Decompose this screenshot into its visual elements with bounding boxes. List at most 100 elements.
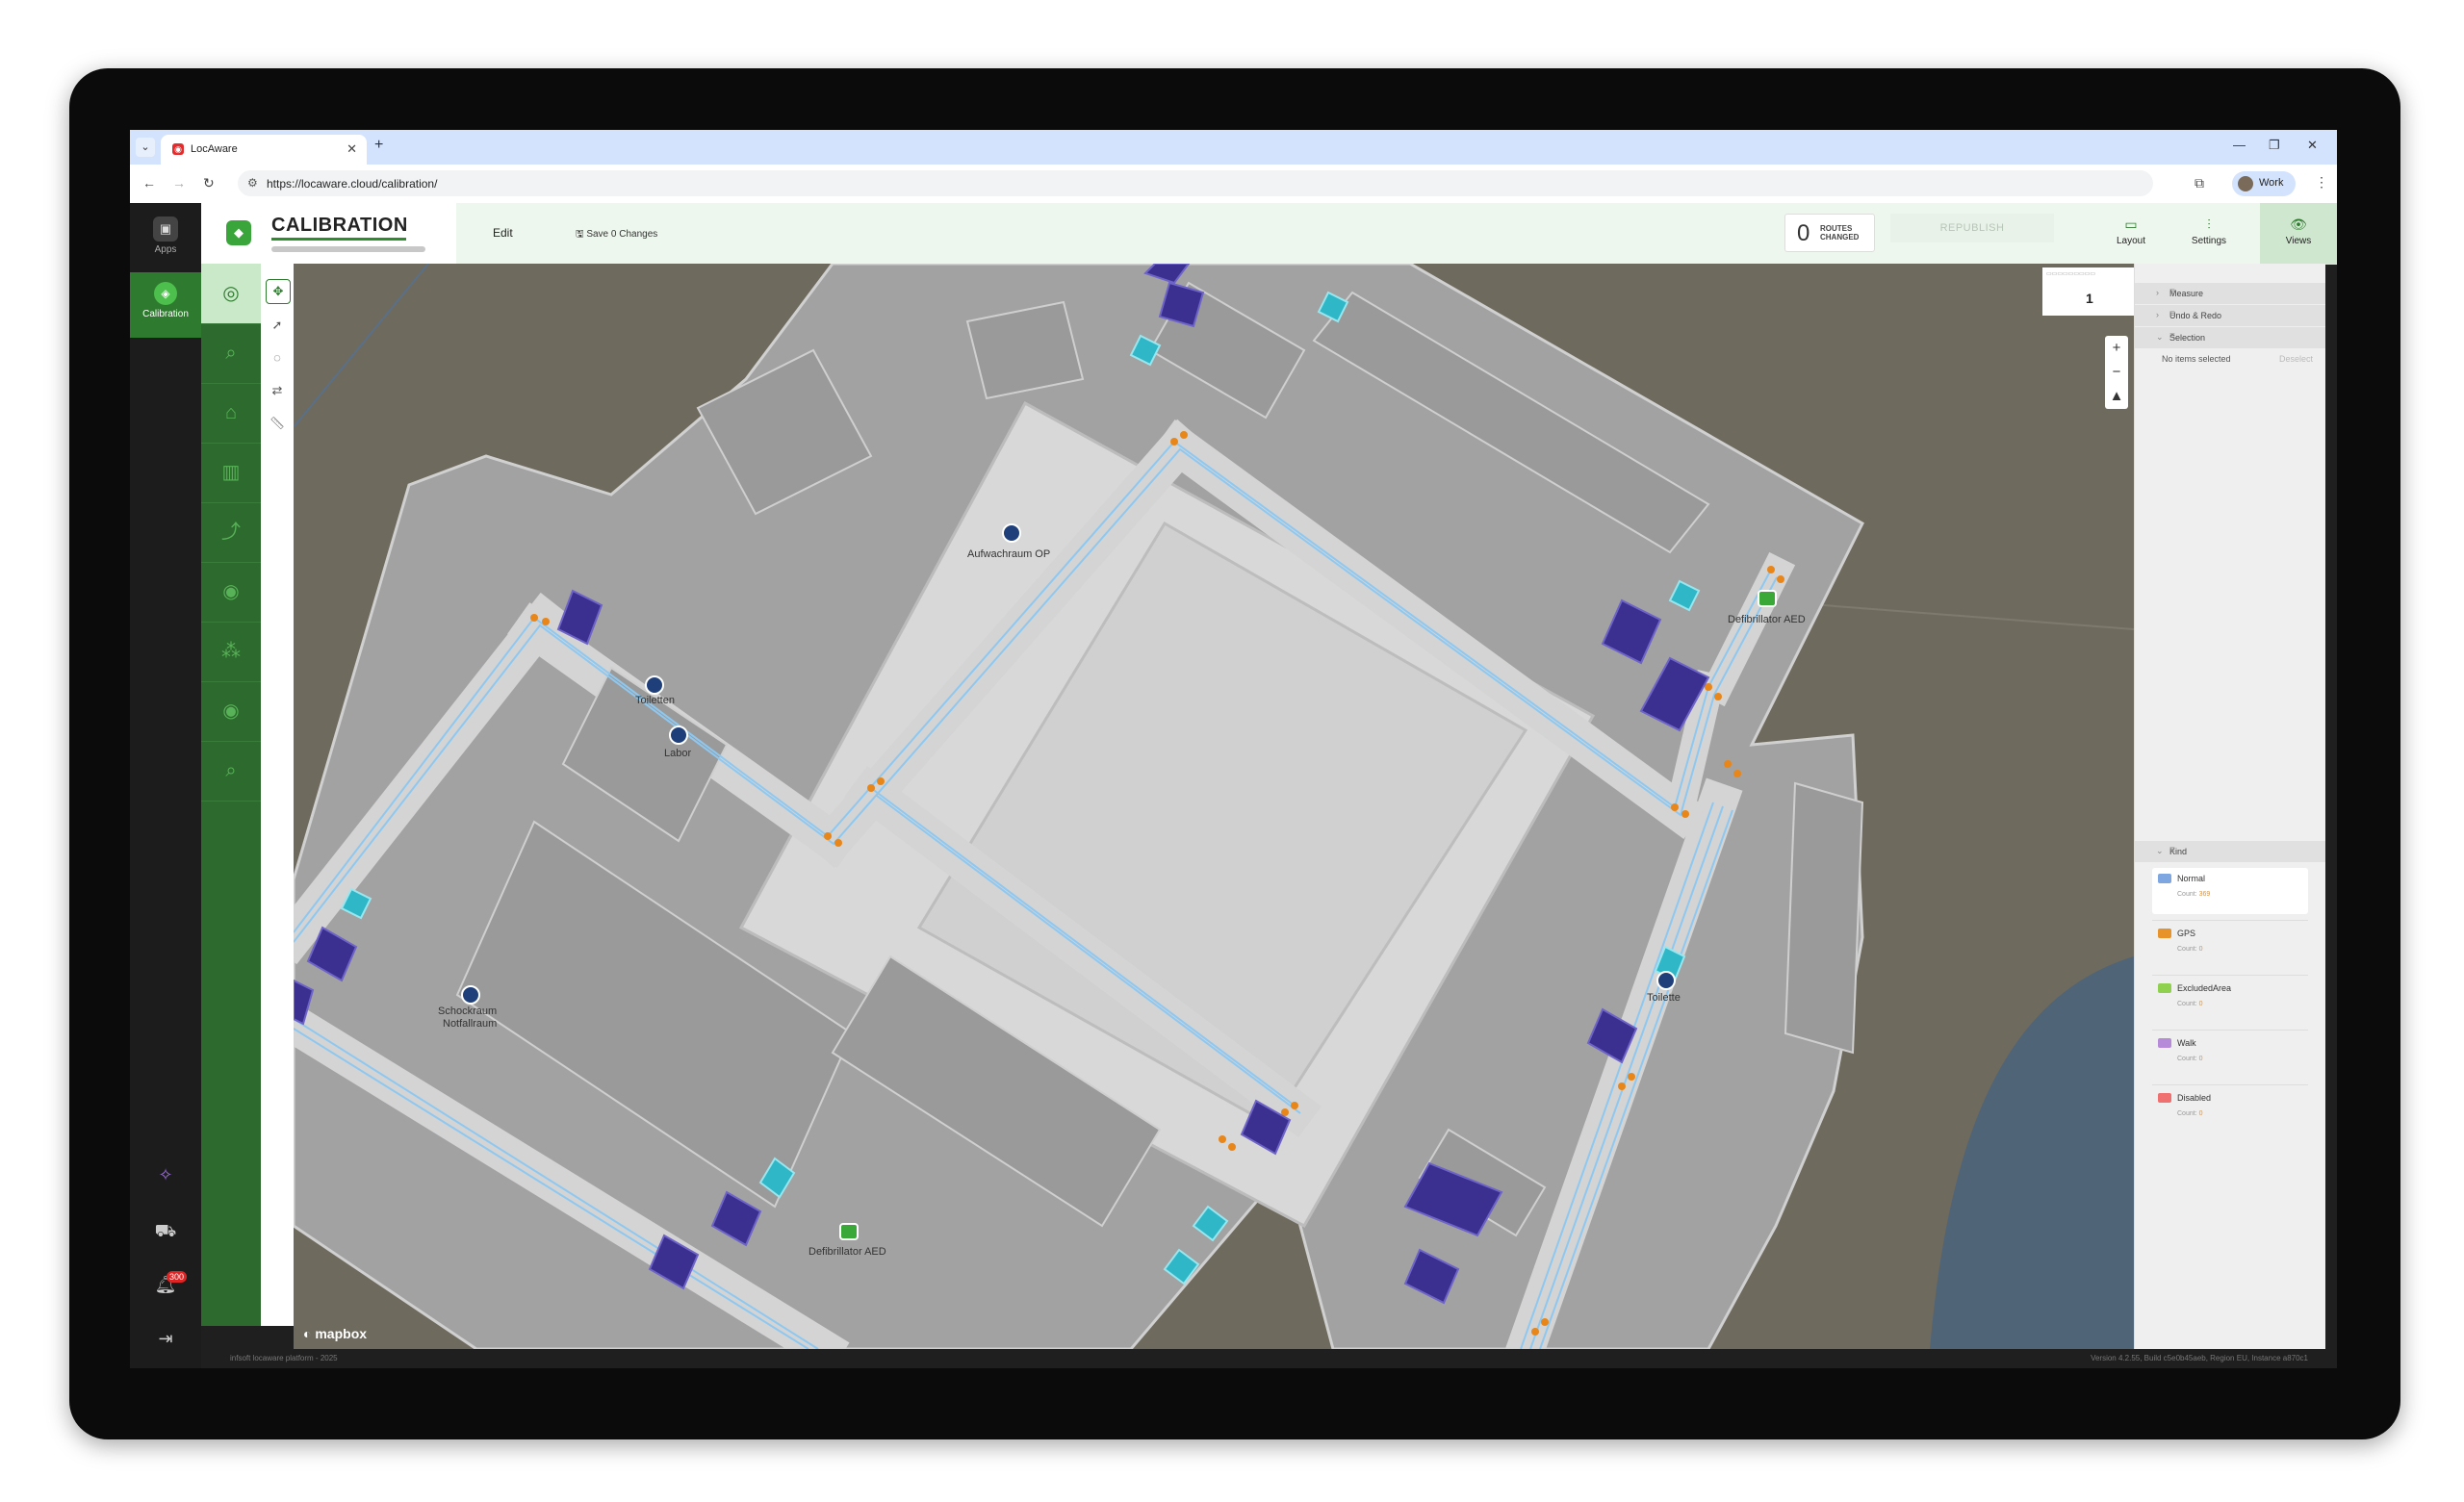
tab-search-icon[interactable]: ⌄ bbox=[136, 138, 155, 157]
profile-button[interactable]: Work bbox=[2232, 171, 2296, 196]
move-tool-icon[interactable]: ✥ bbox=[266, 279, 291, 304]
kind-section[interactable]: ⌄ Kind ≡ bbox=[2135, 841, 2325, 862]
save-changes-button[interactable]: 🖫︎ Save 0 Changes bbox=[576, 227, 657, 243]
measure-section[interactable]: › Measure ≡ bbox=[2135, 283, 2325, 304]
edit-button[interactable]: Edit bbox=[493, 226, 513, 240]
close-tab-icon[interactable]: ✕ bbox=[346, 141, 357, 157]
url-field[interactable]: ⚙ https://locaware.cloud/calibration/ bbox=[238, 170, 2153, 196]
tool-beacon[interactable]: ⌂ bbox=[201, 383, 261, 444]
folder-icon bbox=[2158, 1038, 2171, 1048]
routes-changed-counter: 0 ROUTES CHANGED bbox=[1784, 214, 1875, 252]
edit-toolbar: ✥ ➚ ◌ ⇄ 📏︎ bbox=[261, 264, 295, 1326]
ruler-tool-icon[interactable]: 📏︎ bbox=[266, 412, 289, 435]
tool-nodes[interactable]: ⁂ bbox=[201, 622, 261, 682]
map-label-notfallraum: Notfallraum bbox=[443, 1018, 497, 1030]
tool-hospital[interactable]: ▥ bbox=[201, 443, 261, 503]
title-underline bbox=[271, 238, 406, 241]
subtitle-placeholder bbox=[271, 246, 425, 252]
reload-icon[interactable]: ↻ bbox=[203, 175, 215, 191]
footer-bar: infsoft locaware platform - 2025 Version… bbox=[201, 1349, 2337, 1368]
settings-button[interactable]: ⫶ Settings bbox=[2170, 203, 2247, 264]
kind-excludedarea-count: Count: 0 bbox=[2177, 1001, 2203, 1007]
vehicle-icon[interactable]: ⛟ bbox=[130, 1221, 201, 1244]
magnifier-icon: ⌕ bbox=[225, 343, 237, 364]
zoom-out-button[interactable]: − bbox=[2105, 360, 2128, 384]
apps-label: Apps bbox=[154, 244, 177, 255]
floor-selector[interactable]: ▭▭▭▭▭▭▭▭▭ 1 bbox=[2042, 267, 2134, 316]
tool-search-2[interactable]: ⌕ bbox=[201, 741, 261, 802]
kind-walk[interactable]: Walk Count: 0 bbox=[2152, 1032, 2308, 1079]
map-label-toilette: Toilette bbox=[1647, 992, 1681, 1004]
mapbox-label: mapbox bbox=[315, 1326, 368, 1341]
drag-handle-icon[interactable]: ≡ bbox=[2169, 309, 2318, 319]
tool-target[interactable]: ◉ bbox=[201, 562, 261, 623]
layout-button[interactable]: ▭ Layout bbox=[2092, 203, 2169, 264]
minimize-icon[interactable]: — bbox=[2233, 138, 2246, 152]
address-bar-row: ← → ↻ ⚙ https://locaware.cloud/calibrati… bbox=[130, 165, 2337, 204]
screen: ⌄ ◉ LocAware ✕ + — ❐ ✕ ← → ↻ ⚙ https://l… bbox=[130, 130, 2337, 1368]
tool-calibrate[interactable]: ◎ bbox=[201, 264, 261, 324]
save-label: Save 0 Changes bbox=[586, 229, 658, 240]
tool-target-2[interactable]: ◉ bbox=[201, 681, 261, 742]
undo-section[interactable]: › Undo & Redo ≡ bbox=[2135, 305, 2325, 326]
notifications-button[interactable]: 🔔︎ 300 bbox=[130, 1271, 201, 1295]
chevron-down-icon: ⌄ bbox=[2156, 846, 2164, 855]
save-icon: 🖫︎ bbox=[576, 229, 587, 240]
layout-label: Layout bbox=[2116, 236, 2146, 246]
deselect-button[interactable]: Deselect bbox=[2279, 354, 2313, 364]
kind-disabled[interactable]: Disabled Count: 0 bbox=[2152, 1087, 2308, 1133]
tool-search[interactable]: ⌕ bbox=[201, 323, 261, 384]
forward-icon[interactable]: → bbox=[172, 175, 186, 191]
views-button[interactable]: 👁︎ Views bbox=[2260, 203, 2337, 264]
magic-wand-icon[interactable]: ✧ bbox=[130, 1165, 201, 1185]
browser-menu-icon[interactable]: ⋮ bbox=[2315, 174, 2328, 191]
apps-button[interactable]: ▣ Apps bbox=[130, 211, 201, 268]
zoom-in-button[interactable]: + bbox=[2105, 336, 2128, 360]
republish-button[interactable]: REPUBLISH bbox=[1890, 214, 2054, 242]
restore-icon[interactable]: ❐ bbox=[2269, 138, 2280, 153]
drag-handle-icon[interactable]: ≡ bbox=[2169, 845, 2318, 855]
app-rail: ▣ Apps ◈ Calibration ✧ ⛟ 🔔︎ 300 ⇥ bbox=[130, 203, 201, 1368]
extensions-icon[interactable]: ⧉ bbox=[2194, 175, 2204, 191]
antenna-icon: ⌂ bbox=[224, 402, 238, 423]
pointer-tool-icon[interactable]: ➚ bbox=[266, 314, 289, 337]
magnifier-icon: ⌕ bbox=[225, 760, 237, 781]
map-label-defibrillator-1: Defibrillator AED bbox=[1728, 614, 1806, 625]
floor-plan: Aufwachraum OP Toiletten Labor Schockrau… bbox=[294, 264, 2134, 1349]
selection-section[interactable]: ⌄ Selection ≡ bbox=[2135, 327, 2325, 348]
close-window-icon[interactable]: ✕ bbox=[2307, 138, 2318, 153]
route-icon: ⤴ bbox=[221, 522, 241, 543]
target-icon: ◉ bbox=[222, 581, 240, 602]
divider bbox=[2152, 1084, 2308, 1085]
target-pen-icon: ◎ bbox=[222, 283, 240, 304]
kind-disabled-count: Count: 0 bbox=[2177, 1110, 2203, 1117]
footer-left-text: infsoft locaware platform - 2025 bbox=[230, 1354, 338, 1362]
map-label-schockraum: Schockraum bbox=[438, 1006, 497, 1017]
back-icon[interactable]: ← bbox=[142, 175, 156, 191]
kind-gps[interactable]: GPS Count: 0 bbox=[2152, 923, 2308, 969]
browser-tab[interactable]: ◉ LocAware ✕ bbox=[161, 135, 367, 165]
map-label-toiletten: Toiletten bbox=[635, 695, 675, 706]
map-canvas[interactable]: Aufwachraum OP Toiletten Labor Schockrau… bbox=[294, 264, 2134, 1349]
kind-disabled-label: Disabled bbox=[2177, 1093, 2212, 1103]
map-label-aufwachraum: Aufwachraum OP bbox=[967, 548, 1050, 560]
kind-excludedarea[interactable]: ExcludedArea Count: 0 bbox=[2152, 978, 2308, 1024]
page-title: CALIBRATION bbox=[271, 215, 408, 236]
compass-button[interactable]: ▲ bbox=[2105, 384, 2128, 408]
drag-handle-icon[interactable]: ≡ bbox=[2169, 331, 2318, 342]
logout-icon[interactable]: ⇥ bbox=[130, 1329, 201, 1349]
calibration-icon: ◈ bbox=[154, 282, 177, 305]
layout-icon: ▭ bbox=[2124, 216, 2138, 232]
eye-icon: 👁︎ bbox=[2290, 216, 2307, 232]
new-tab-icon[interactable]: + bbox=[374, 137, 383, 154]
site-info-icon[interactable]: ⚙ bbox=[247, 176, 258, 190]
kind-normal[interactable]: Normal Count: 369 bbox=[2152, 868, 2308, 914]
tool-route[interactable]: ⤴ bbox=[201, 502, 261, 563]
connect-tool-icon[interactable]: ⇄ bbox=[266, 379, 289, 402]
kind-normal-label: Normal bbox=[2177, 874, 2206, 883]
folder-icon bbox=[2158, 1093, 2171, 1103]
kind-normal-count: Count: 369 bbox=[2177, 891, 2211, 898]
lasso-tool-icon[interactable]: ◌ bbox=[266, 346, 289, 369]
drag-handle-icon[interactable]: ≡ bbox=[2169, 287, 2318, 297]
calibration-nav-item[interactable]: ◈ Calibration bbox=[130, 272, 201, 338]
